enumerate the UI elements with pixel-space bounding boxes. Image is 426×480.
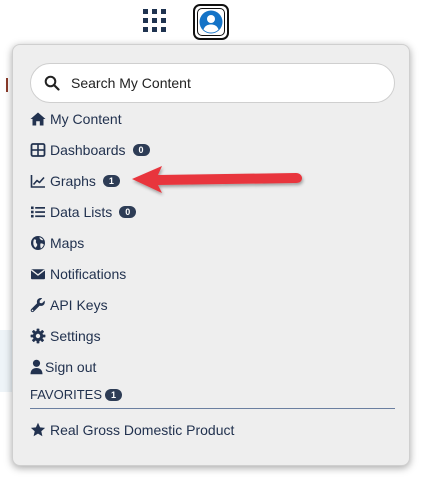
star-icon bbox=[30, 422, 46, 437]
globe-icon bbox=[31, 236, 45, 250]
favorites-title: FAVORITES bbox=[30, 387, 102, 402]
search-icon bbox=[44, 75, 60, 91]
home-icon bbox=[30, 112, 46, 126]
count-badge: 1 bbox=[102, 175, 120, 187]
wrench-icon bbox=[30, 298, 45, 313]
envelope-icon bbox=[30, 269, 46, 280]
menu-item-sign-out[interactable]: Sign out bbox=[30, 356, 96, 378]
favorites-header: FAVORITES 1 bbox=[30, 387, 123, 402]
gear-icon bbox=[30, 328, 46, 344]
menu-item-notifications[interactable]: Notifications bbox=[30, 263, 126, 285]
menu-item-data-lists[interactable]: Data Lists 0 bbox=[30, 201, 137, 223]
search-box[interactable] bbox=[30, 63, 395, 103]
account-button[interactable] bbox=[193, 4, 229, 40]
dashboard-icon bbox=[30, 143, 46, 157]
menu-item-maps[interactable]: Maps bbox=[30, 232, 84, 254]
menu-item-label: My Content bbox=[50, 111, 122, 127]
background-page-fragment bbox=[6, 78, 8, 92]
menu-item-label: Settings bbox=[50, 328, 101, 344]
annotation-arrow bbox=[132, 166, 302, 193]
list-icon bbox=[31, 206, 45, 218]
menu-item-label: Data Lists bbox=[50, 204, 113, 220]
menu-item-label: Dashboards bbox=[50, 142, 126, 158]
menu-item-label: Sign out bbox=[45, 359, 97, 375]
favorite-item-real-gdp[interactable]: Real Gross Domestic Product bbox=[30, 419, 234, 441]
count-badge: 1 bbox=[105, 388, 123, 401]
menu-item-label: API Keys bbox=[50, 297, 108, 313]
menu-item-api-keys[interactable]: API Keys bbox=[30, 294, 108, 316]
user-circle-icon bbox=[199, 10, 223, 34]
account-dropdown-menu: My Content Dashboards 0 Graphs 1 Data Li… bbox=[12, 44, 410, 466]
menu-item-graphs[interactable]: Graphs 1 bbox=[30, 170, 120, 192]
menu-item-dashboards[interactable]: Dashboards 0 bbox=[30, 139, 150, 161]
count-badge: 0 bbox=[132, 144, 150, 156]
divider bbox=[30, 408, 395, 409]
menu-item-label: Notifications bbox=[50, 266, 127, 282]
user-icon bbox=[30, 359, 43, 375]
menu-item-label: Real Gross Domestic Product bbox=[50, 422, 235, 438]
menu-item-label: Maps bbox=[50, 235, 85, 251]
grid-icon[interactable] bbox=[143, 9, 169, 35]
search-input[interactable] bbox=[69, 74, 373, 92]
menu-item-my-content[interactable]: My Content bbox=[30, 108, 122, 130]
line-chart-icon bbox=[30, 175, 45, 188]
count-badge: 0 bbox=[119, 206, 137, 218]
menu-item-label: Graphs bbox=[50, 173, 96, 189]
menu-item-settings[interactable]: Settings bbox=[30, 325, 101, 347]
